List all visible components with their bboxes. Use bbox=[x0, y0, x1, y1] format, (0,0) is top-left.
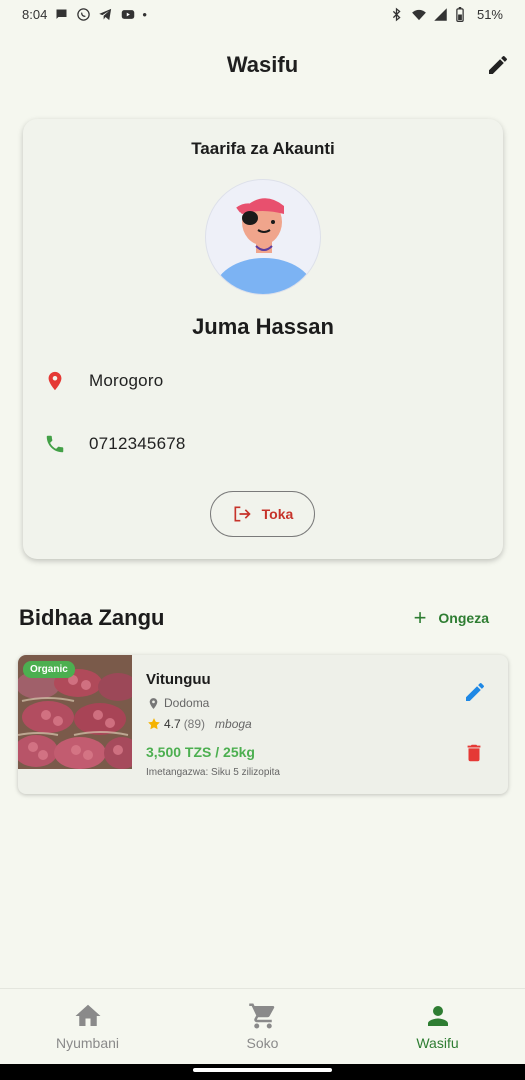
home-pill[interactable] bbox=[193, 1068, 332, 1072]
edit-product-button[interactable] bbox=[462, 679, 488, 705]
section-title: Bidhaa Zangu bbox=[19, 605, 165, 630]
status-left: 8:04 • bbox=[22, 7, 147, 22]
nav-item-market[interactable]: Soko bbox=[175, 989, 350, 1064]
person-icon bbox=[423, 1001, 453, 1031]
nav-label-home: Nyumbani bbox=[55, 1035, 120, 1051]
product-name: Vitunguu bbox=[146, 671, 211, 688]
avatar bbox=[205, 179, 321, 295]
phone-row: 0712345678 bbox=[43, 432, 186, 456]
status-bar: 8:04 • 51% bbox=[0, 0, 525, 28]
bluetooth-icon bbox=[389, 7, 404, 22]
product-price: 3,500 TZS / 25kg bbox=[146, 744, 255, 760]
system-gesture-bar bbox=[0, 1064, 525, 1080]
plus-icon: + bbox=[413, 605, 427, 630]
message-icon bbox=[54, 7, 69, 22]
trash-icon bbox=[467, 744, 481, 762]
star-icon bbox=[148, 718, 160, 730]
add-label: Ongeza bbox=[438, 610, 489, 626]
status-dot: • bbox=[142, 6, 147, 22]
add-product-button[interactable]: + Ongeza bbox=[413, 605, 489, 630]
app-bar: Wasifu bbox=[0, 40, 525, 90]
battery-icon bbox=[455, 6, 470, 22]
user-name: Juma Hassan bbox=[192, 314, 334, 339]
organic-badge: Organic bbox=[23, 661, 75, 678]
location-row: Morogoro bbox=[43, 369, 163, 393]
product-rating: 4.7 (89) mboga bbox=[147, 717, 252, 731]
product-location-text: Dodoma bbox=[164, 696, 210, 710]
card-title: Taarifa za Akaunti bbox=[191, 139, 335, 158]
cart-icon bbox=[248, 1001, 278, 1031]
nav-label-market: Soko bbox=[246, 1035, 279, 1051]
product-image: Organic bbox=[18, 655, 140, 769]
logout-button[interactable]: Toka bbox=[210, 491, 315, 537]
status-right: 51% bbox=[389, 6, 503, 22]
battery-level: 51% bbox=[476, 6, 503, 22]
product-card[interactable]: Organic Vitunguu Dodoma 4.7 (89) mboga 3… bbox=[18, 655, 508, 794]
logout-icon bbox=[234, 506, 251, 522]
location-pin-icon bbox=[149, 697, 158, 709]
bottom-navigation: Nyumbani Soko Wasifu bbox=[0, 988, 525, 1064]
pencil-icon bbox=[466, 682, 485, 701]
edit-profile-button[interactable] bbox=[485, 52, 511, 78]
account-card: Taarifa za Akaunti Juma Hassan Morogoro … bbox=[23, 119, 503, 559]
rating-value: 4.7 bbox=[164, 717, 181, 731]
youtube-icon bbox=[120, 7, 135, 22]
status-time: 8:04 bbox=[22, 6, 48, 22]
logout-label: Toka bbox=[261, 506, 294, 522]
delete-product-button[interactable] bbox=[462, 741, 486, 765]
nav-label-profile: Wasifu bbox=[416, 1035, 459, 1051]
nav-item-home[interactable]: Nyumbani bbox=[0, 989, 175, 1064]
phone-text: 0712345678 bbox=[89, 434, 186, 453]
pencil-icon bbox=[489, 55, 508, 74]
nav-item-profile[interactable]: Wasifu bbox=[350, 989, 525, 1064]
phone-icon bbox=[43, 432, 67, 456]
location-pin-icon bbox=[43, 369, 67, 393]
product-posted-date: Imetangazwa: Siku 5 zilizopita bbox=[146, 767, 280, 778]
rating-count: (89) bbox=[183, 717, 206, 731]
page-title: Wasifu bbox=[226, 52, 299, 77]
wifi-icon bbox=[411, 7, 426, 22]
product-location: Dodoma bbox=[147, 696, 209, 710]
telegram-icon bbox=[98, 7, 113, 22]
product-category: mboga bbox=[215, 717, 252, 731]
home-icon bbox=[73, 1001, 103, 1031]
location-text: Morogoro bbox=[89, 371, 164, 390]
signal-icon bbox=[433, 7, 448, 22]
whatsapp-icon bbox=[76, 7, 91, 22]
